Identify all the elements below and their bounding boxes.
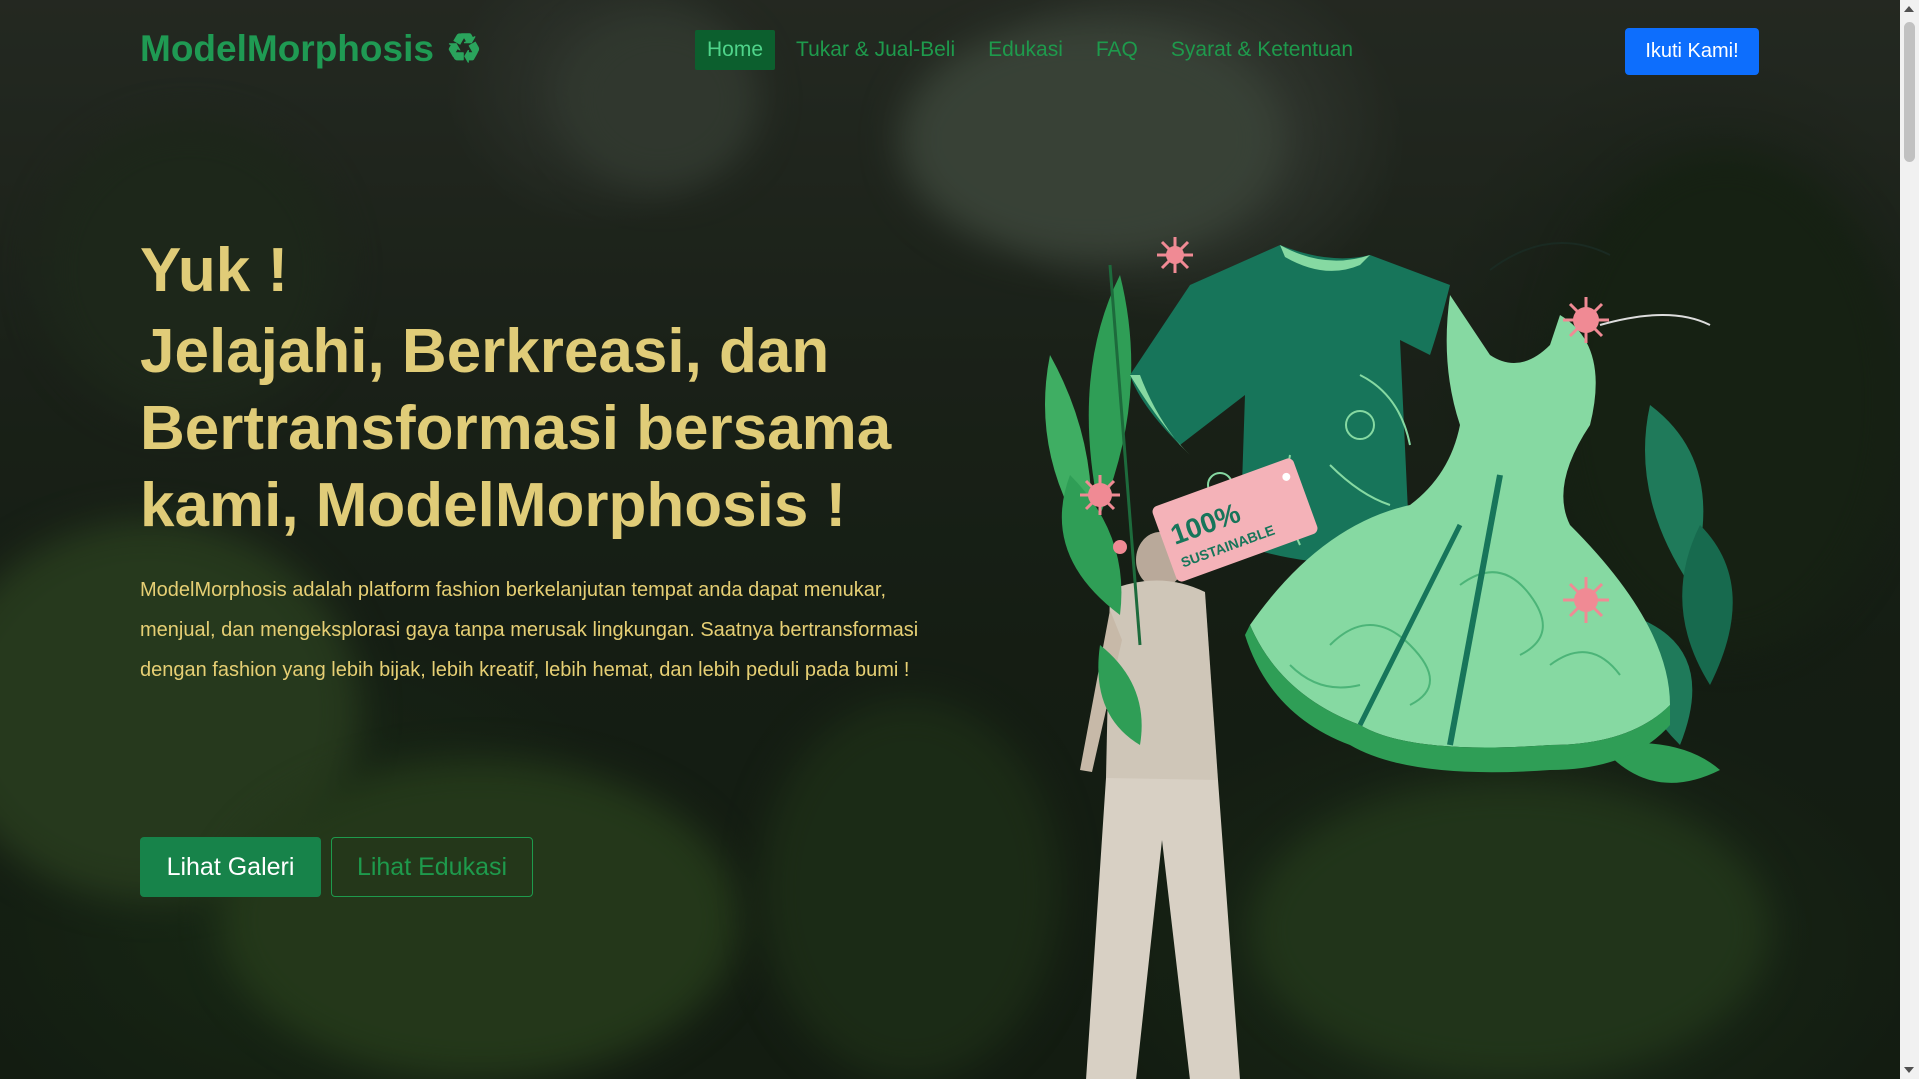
scroll-thumb[interactable] xyxy=(1904,22,1915,162)
nav-link-syarat-ketentuan[interactable]: Syarat & Ketentuan xyxy=(1159,30,1365,70)
top-navbar: ModelMorphosis ♻ Home Tukar & Jual-Beli … xyxy=(0,0,1900,104)
hero-description: ModelMorphosis adalah platform fashion b… xyxy=(140,579,919,681)
hero-actions: Lihat Galeri Lihat Edukasi xyxy=(140,837,533,897)
hero-content: Yuk ! Jelajahi, Berkreasi, dan Bertransf… xyxy=(140,235,930,710)
sustainable-fashion-illustration: 100% SUSTAINABLE xyxy=(1045,237,1733,783)
brand-name: ModelMorphosis xyxy=(140,28,434,69)
nav-link-home[interactable]: Home xyxy=(695,30,776,70)
scroll-down-arrow-icon[interactable] xyxy=(1904,1067,1914,1073)
scroll-up-arrow-icon[interactable] xyxy=(1904,6,1914,12)
view-gallery-button[interactable]: Lihat Galeri xyxy=(140,837,321,897)
nav-link-tukar-jual-beli[interactable]: Tukar & Jual-Beli xyxy=(784,30,967,70)
nav-link-edukasi[interactable]: Edukasi xyxy=(976,30,1075,70)
page-scrollbar[interactable] xyxy=(1900,0,1919,1079)
nav-link-faq[interactable]: FAQ xyxy=(1084,30,1150,70)
brand-logo[interactable]: ModelMorphosis ♻ xyxy=(140,28,482,70)
nav-menu: Home Tukar & Jual-Beli Edukasi FAQ Syara… xyxy=(695,30,1374,70)
hero-lead: Yuk ! xyxy=(140,236,289,305)
hero-headline: Jelajahi, Berkreasi, dan Bertransformasi… xyxy=(140,317,892,540)
recycle-icon: ♻ xyxy=(445,27,482,71)
follow-us-button[interactable]: Ikuti Kami! xyxy=(1625,28,1759,75)
view-education-button[interactable]: Lihat Edukasi xyxy=(331,837,533,897)
